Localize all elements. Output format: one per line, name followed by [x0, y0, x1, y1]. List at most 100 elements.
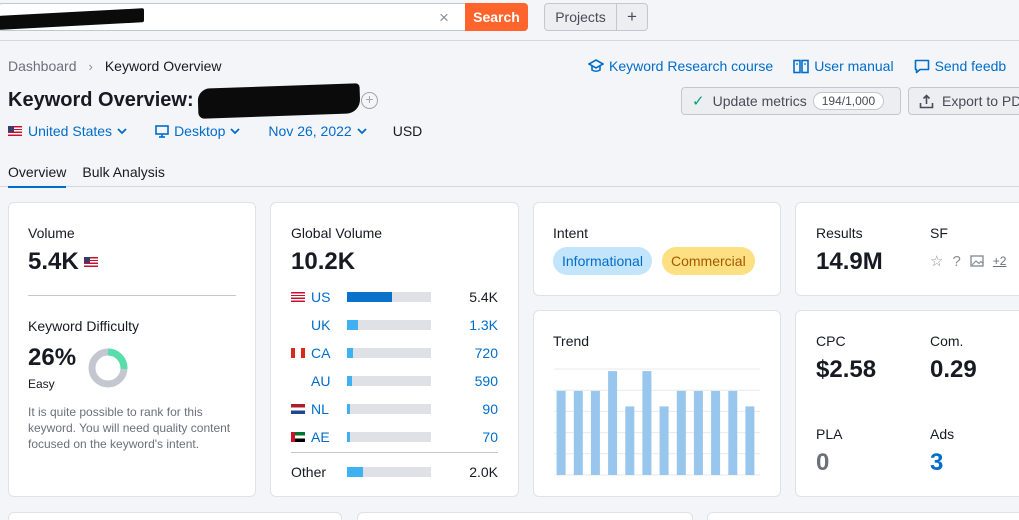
export-label: Export to PD: [942, 93, 1019, 109]
country-share-bar: [347, 292, 431, 302]
chevron-down-icon: [117, 127, 127, 134]
ads-label: Ads: [930, 426, 955, 442]
country-share-fill: [347, 467, 363, 477]
export-icon: [919, 93, 934, 108]
nl-flag-icon: [291, 404, 305, 414]
date-selector[interactable]: Nov 26, 2022: [268, 123, 367, 139]
breadcrumb-current: Keyword Overview: [104, 58, 222, 74]
country-row-ae: AE 70: [291, 429, 498, 445]
trend-bar[interactable]: [608, 371, 618, 475]
country-code[interactable]: AE: [311, 429, 347, 445]
volume-label: Volume: [28, 225, 75, 241]
country-volume-value[interactable]: 1.3K: [431, 317, 498, 333]
trend-bar[interactable]: [693, 390, 703, 475]
trend-bar[interactable]: [676, 390, 686, 475]
trend-bar[interactable]: [728, 390, 738, 475]
clear-search-icon[interactable]: ×: [439, 8, 449, 28]
country-share-fill: [347, 292, 392, 302]
breadcrumb-dashboard[interactable]: Dashboard: [8, 58, 77, 74]
question-icon[interactable]: ?: [952, 253, 960, 270]
pla-value: 0: [816, 449, 830, 476]
update-metrics-button[interactable]: ✓ Update metrics 194/1,000: [681, 87, 901, 115]
trend-bar[interactable]: [659, 406, 669, 475]
us-flag-icon: [83, 257, 98, 267]
bottom-card-1: [8, 512, 342, 520]
intent-badge-commercial: Commercial: [662, 247, 755, 275]
bottom-card-2: [357, 512, 693, 520]
breadcrumb: Dashboard › Keyword Overview: [8, 58, 222, 74]
trend-bar[interactable]: [590, 390, 600, 475]
trend-bar[interactable]: [625, 406, 635, 475]
country-code[interactable]: US: [311, 289, 347, 305]
country-volume-value[interactable]: 70: [431, 429, 498, 445]
country-label: United States: [28, 123, 113, 139]
image-icon[interactable]: [970, 255, 984, 267]
keyword-research-course-link[interactable]: Keyword Research course: [588, 58, 773, 74]
keyword-difficulty-level: Easy: [28, 377, 55, 391]
tab-overview[interactable]: Overview: [8, 164, 67, 188]
country-share-bar: [347, 432, 431, 442]
search-button[interactable]: Search: [465, 3, 528, 31]
tab-bar: Overview Bulk Analysis: [8, 164, 181, 188]
chevron-down-icon: [230, 127, 241, 134]
country-code[interactable]: CA: [311, 345, 347, 361]
results-label: Results: [816, 225, 863, 241]
country-volume-value: 2.0K: [469, 464, 498, 480]
country-row-ca: CA 720: [291, 345, 498, 361]
country-share-fill: [347, 320, 358, 330]
update-quota-badge: 194/1,000: [812, 92, 885, 110]
country-code[interactable]: UK: [311, 317, 347, 333]
desktop-icon: [155, 124, 169, 138]
send-feedback-link[interactable]: Send feedb: [914, 58, 1006, 74]
help-links: Keyword Research course User manual Send…: [588, 58, 1019, 74]
serp-features-more[interactable]: +2: [993, 254, 1007, 268]
currency-label: USD: [392, 123, 423, 139]
serp-features-label: SF: [930, 225, 948, 241]
page-title: Keyword Overview:: [8, 89, 194, 111]
ads-value[interactable]: 3: [930, 449, 943, 477]
user-manual-link[interactable]: User manual: [793, 58, 894, 74]
competition-value: 0.29: [930, 356, 977, 383]
check-icon: ✓: [692, 93, 705, 110]
export-button[interactable]: Export to PD: [908, 87, 1019, 115]
country-share-bar: [347, 467, 431, 477]
device-selector[interactable]: Desktop: [155, 123, 241, 139]
projects-button[interactable]: Projects: [544, 3, 617, 31]
search-input[interactable]: ×: [0, 3, 465, 31]
tab-bulk-analysis[interactable]: Bulk Analysis: [82, 164, 164, 188]
trend-bar[interactable]: [556, 390, 566, 475]
feedback-icon: [914, 59, 929, 73]
trend-bar[interactable]: [745, 406, 755, 475]
cpc-card: CPC $2.58 Com. 0.29 PLA 0 Ads 3: [795, 310, 1019, 497]
redacted-keyword: [197, 83, 361, 119]
add-project-button[interactable]: +: [616, 3, 648, 31]
country-volume-value[interactable]: 90: [431, 401, 498, 417]
country-code[interactable]: NL: [311, 401, 347, 417]
trend-bar[interactable]: [711, 390, 721, 475]
book-icon: [793, 59, 809, 73]
country-share-bar: [347, 348, 431, 358]
keyword-difficulty-donut: [88, 348, 128, 388]
volume-value-row: 5.4K: [28, 248, 104, 276]
add-to-list-icon[interactable]: +: [361, 92, 378, 109]
trend-bar[interactable]: [642, 371, 652, 475]
country-share-bar: [347, 320, 431, 330]
trend-bar[interactable]: [573, 390, 583, 475]
filters-row: United States Desktop Nov 26, 2022 USD: [8, 123, 450, 139]
intent-label: Intent: [553, 225, 589, 241]
trend-label: Trend: [553, 333, 590, 349]
country-code[interactable]: AU: [311, 373, 347, 389]
volume-card: Volume 5.4K Keyword Difficulty 26% Easy …: [8, 202, 256, 497]
us-flag-icon: [8, 126, 22, 136]
volume-divider: [28, 295, 236, 296]
country-row-au: AU 590: [291, 373, 498, 389]
ca-flag-icon: [291, 348, 305, 358]
country-share-bar: [347, 376, 431, 386]
uk-flag-icon: [291, 320, 305, 330]
country-volume-value: 5.4K: [469, 289, 498, 305]
country-row-other: Other 2.0K: [291, 464, 498, 480]
star-icon[interactable]: ☆: [930, 252, 943, 270]
country-volume-value[interactable]: 590: [431, 373, 498, 389]
country-volume-value[interactable]: 720: [431, 345, 498, 361]
country-selector[interactable]: United States: [8, 123, 127, 139]
